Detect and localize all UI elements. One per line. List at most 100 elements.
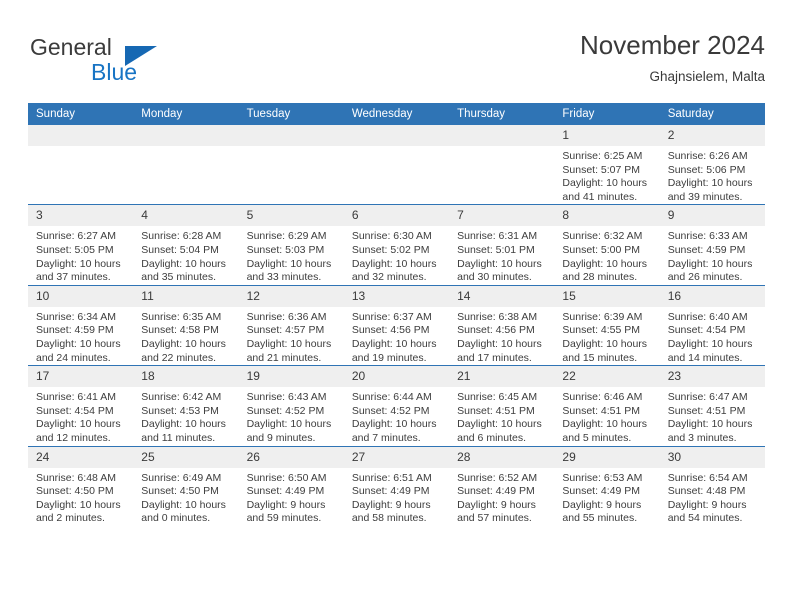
day-details: Sunrise: 6:46 AM Sunset: 4:51 PM Daylight:…: [554, 387, 659, 445]
calendar-day-cell[interactable]: 5 Sunrise: 6:29 AM Sunset: 5:03 PM Daylight…: [238, 204, 344, 286]
day-number: [28, 125, 134, 146]
sunset-time: Sunset: 5:00 PM: [562, 243, 641, 256]
daylight-duration: Daylight: 10 hours and 41 minutes.: [562, 177, 648, 203]
sunrise-time: Sunrise: 6:46 AM: [562, 391, 643, 404]
day-number: 13: [343, 285, 450, 307]
calendar-day-cell[interactable]: 26 Sunrise: 6:50 AM Sunset: 4:49 PM Dayligh…: [238, 445, 344, 526]
calendar-day-cell[interactable]: 29 Sunrise: 6:53 AM Sunset: 4:49 PM Dayligh…: [554, 445, 660, 526]
calendar-day-cell[interactable]: 16 Sunrise: 6:40 AM Sunset: 4:54 PM Dayligh…: [659, 284, 765, 366]
day-number: 19: [238, 366, 344, 388]
day-details: Sunrise: 6:27 AM Sunset: 5:05 PM Daylight:…: [28, 226, 133, 284]
day-number: [449, 125, 555, 146]
day-details: Sunrise: 6:32 AM Sunset: 5:00 PM Daylight:…: [554, 226, 659, 284]
day-number: 18: [133, 366, 239, 388]
day-details: Sunrise: 6:34 AM Sunset: 4:59 PM Daylight:…: [28, 307, 133, 365]
day-number: 2: [659, 125, 765, 146]
calendar-day-cell-empty: [28, 125, 134, 205]
day-number: 14: [449, 285, 555, 307]
day-details: Sunrise: 6:38 AM Sunset: 4:56 PM Daylight:…: [449, 307, 554, 365]
page-header: General Blue November 2024 Ghajnsielem, …: [28, 28, 765, 96]
day-number: 1: [554, 125, 660, 146]
day-number: 27: [343, 446, 450, 468]
sunrise-time: Sunrise: 6:47 AM: [667, 391, 748, 404]
calendar-day-cell[interactable]: 20 Sunrise: 6:44 AM Sunset: 4:52 PM Dayligh…: [343, 365, 450, 446]
daylight-duration: Daylight: 10 hours and 15 minutes.: [562, 337, 648, 364]
calendar-day-cell[interactable]: 18 Sunrise: 6:42 AM Sunset: 4:53 PM Dayligh…: [133, 365, 239, 446]
brand-logo[interactable]: General Blue: [28, 34, 248, 90]
sunrise-time: Sunrise: 6:35 AM: [141, 310, 222, 323]
day-number: [343, 125, 450, 146]
sunrise-time: Sunrise: 6:36 AM: [246, 310, 327, 323]
weekday-header-thursday: Thursday: [449, 103, 555, 125]
sunset-time: Sunset: 5:05 PM: [36, 243, 114, 256]
calendar-day-cell[interactable]: 19 Sunrise: 6:43 AM Sunset: 4:52 PM Dayligh…: [238, 365, 344, 446]
calendar-day-cell[interactable]: 14 Sunrise: 6:38 AM Sunset: 4:56 PM Dayligh…: [449, 284, 555, 366]
calendar-day-cell[interactable]: 7 Sunrise: 6:31 AM Sunset: 5:01 PM Daylight…: [449, 204, 555, 286]
calendar-day-cell[interactable]: 12 Sunrise: 6:36 AM Sunset: 4:57 PM Dayligh…: [238, 284, 344, 366]
day-number: 6: [343, 205, 450, 227]
daylight-duration: Daylight: 10 hours and 35 minutes.: [141, 257, 226, 284]
calendar-day-cell[interactable]: 6 Sunrise: 6:30 AM Sunset: 5:02 PM Daylight…: [343, 204, 450, 286]
calendar-day-cell[interactable]: 8 Sunrise: 6:32 AM Sunset: 5:00 PM Daylight…: [554, 204, 660, 286]
calendar-day-cell[interactable]: 1 Sunrise: 6:25 AM Sunset: 5:07 PM Daylight…: [554, 125, 660, 205]
page-subtitle: Ghajnsielem, Malta: [649, 69, 765, 84]
daylight-duration: Daylight: 10 hours and 22 minutes.: [141, 337, 226, 364]
calendar-day-cell[interactable]: 9 Sunrise: 6:33 AM Sunset: 4:59 PM Daylight…: [659, 204, 765, 286]
calendar-header-row: Sunday Monday Tuesday Wednesday Thursday…: [28, 103, 765, 125]
day-details: Sunrise: 6:36 AM Sunset: 4:57 PM Daylight:…: [239, 307, 344, 365]
sunset-time: Sunset: 5:07 PM: [562, 163, 641, 176]
calendar-day-cell[interactable]: 13 Sunrise: 6:37 AM Sunset: 4:56 PM Dayligh…: [343, 284, 450, 366]
calendar-day-cell[interactable]: 10 Sunrise: 6:34 AM Sunset: 4:59 PM Dayligh…: [28, 284, 134, 366]
calendar-day-cell[interactable]: 3 Sunrise: 6:27 AM Sunset: 5:05 PM Daylight…: [28, 204, 134, 286]
sunset-time: Sunset: 4:49 PM: [457, 485, 535, 498]
day-number: 20: [343, 366, 450, 388]
sunset-time: Sunset: 4:51 PM: [457, 404, 535, 417]
sunset-time: Sunset: 4:51 PM: [562, 404, 641, 417]
day-details: Sunrise: 6:39 AM Sunset: 4:55 PM Daylight:…: [554, 307, 659, 365]
daylight-duration: Daylight: 10 hours and 33 minutes.: [246, 257, 332, 284]
sunrise-time: Sunrise: 6:31 AM: [457, 230, 538, 243]
calendar-day-cell[interactable]: 27 Sunrise: 6:51 AM Sunset: 4:49 PM Dayligh…: [343, 445, 450, 526]
calendar-day-cell[interactable]: 22 Sunrise: 6:46 AM Sunset: 4:51 PM Dayligh…: [554, 365, 660, 446]
daylight-duration: Daylight: 9 hours and 59 minutes.: [246, 498, 326, 525]
sunset-time: Sunset: 4:48 PM: [667, 485, 746, 498]
sunset-time: Sunset: 4:52 PM: [351, 404, 430, 417]
day-number: [238, 125, 344, 146]
calendar-day-cell[interactable]: 17 Sunrise: 6:41 AM Sunset: 4:54 PM Dayligh…: [28, 365, 134, 446]
sunset-time: Sunset: 5:01 PM: [457, 243, 535, 256]
calendar-day-cell[interactable]: 4 Sunrise: 6:28 AM Sunset: 5:04 PM Daylight…: [133, 204, 239, 286]
calendar-day-cell[interactable]: 28 Sunrise: 6:52 AM Sunset: 4:49 PM Dayligh…: [449, 445, 555, 526]
day-number: 25: [133, 446, 239, 468]
sunset-time: Sunset: 4:56 PM: [351, 324, 430, 337]
calendar-day-cell[interactable]: 21 Sunrise: 6:45 AM Sunset: 4:51 PM Dayligh…: [449, 365, 555, 446]
day-details: Sunrise: 6:30 AM Sunset: 5:02 PM Daylight:…: [344, 226, 449, 284]
calendar-day-cell[interactable]: 2 Sunrise: 6:26 AM Sunset: 5:06 PM Daylight…: [659, 125, 765, 205]
daylight-duration: Daylight: 10 hours and 17 minutes.: [457, 337, 542, 364]
sunset-time: Sunset: 4:49 PM: [351, 485, 430, 498]
sunrise-time: Sunrise: 6:27 AM: [36, 230, 116, 243]
sunset-time: Sunset: 5:03 PM: [246, 243, 325, 256]
daylight-duration: Daylight: 10 hours and 11 minutes.: [141, 418, 226, 444]
calendar-day-cell[interactable]: 25 Sunrise: 6:49 AM Sunset: 4:50 PM Dayligh…: [133, 445, 239, 526]
day-details: Sunrise: 6:54 AM Sunset: 4:48 PM Daylight:…: [660, 468, 765, 526]
day-number: 23: [659, 366, 765, 388]
sunrise-time: Sunrise: 6:30 AM: [351, 230, 432, 243]
calendar-day-cell[interactable]: 11 Sunrise: 6:35 AM Sunset: 4:58 PM Dayligh…: [133, 284, 239, 366]
daylight-duration: Daylight: 10 hours and 7 minutes.: [351, 418, 437, 444]
daylight-duration: Daylight: 10 hours and 39 minutes.: [667, 177, 753, 203]
weekday-header-tuesday: Tuesday: [238, 103, 344, 125]
daylight-duration: Daylight: 9 hours and 55 minutes.: [562, 498, 642, 525]
daylight-duration: Daylight: 9 hours and 57 minutes.: [457, 498, 536, 525]
calendar-day-cell[interactable]: 23 Sunrise: 6:47 AM Sunset: 4:51 PM Dayligh…: [659, 365, 765, 446]
day-number: 21: [449, 366, 555, 388]
calendar-day-cell[interactable]: 30 Sunrise: 6:54 AM Sunset: 4:48 PM Dayligh…: [659, 445, 765, 526]
day-number: 24: [28, 446, 134, 468]
day-details: Sunrise: 6:40 AM Sunset: 4:54 PM Daylight:…: [660, 307, 765, 365]
daylight-duration: Daylight: 9 hours and 58 minutes.: [351, 498, 431, 525]
calendar-day-cell[interactable]: 15 Sunrise: 6:39 AM Sunset: 4:55 PM Dayligh…: [554, 284, 660, 366]
daylight-duration: Daylight: 10 hours and 14 minutes.: [667, 337, 753, 364]
calendar-day-cell[interactable]: 24 Sunrise: 6:48 AM Sunset: 4:50 PM Dayligh…: [28, 445, 134, 526]
daylight-duration: Daylight: 10 hours and 30 minutes.: [457, 257, 542, 284]
day-number: 17: [28, 366, 134, 388]
daylight-duration: Daylight: 10 hours and 28 minutes.: [562, 257, 648, 284]
